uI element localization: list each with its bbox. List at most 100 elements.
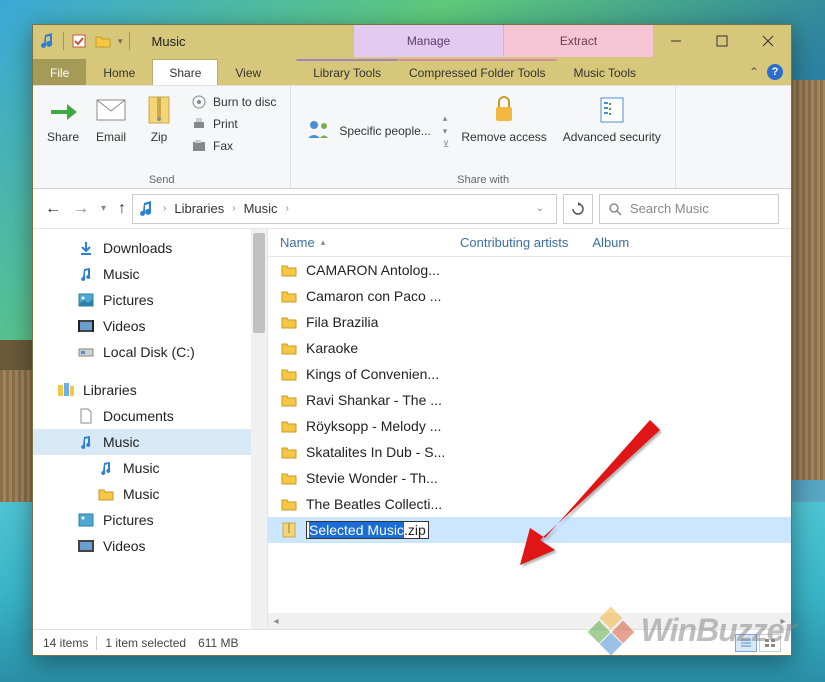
burn-label: Burn to disc (213, 95, 276, 109)
burn-button[interactable]: Burn to disc (187, 92, 280, 112)
remove-access-label: Remove access (461, 130, 546, 144)
share-button[interactable]: Share (39, 90, 87, 172)
nav-lib-music-sub1[interactable]: Music (33, 455, 267, 481)
tab-music-tools[interactable]: Music Tools (557, 59, 653, 85)
tab-home[interactable]: Home (86, 59, 152, 85)
folder-icon (280, 261, 298, 279)
column-headers: Name Contributing artists Album (268, 229, 791, 257)
list-item[interactable]: CAMARON Antolog... (268, 257, 791, 283)
videos-icon (77, 317, 95, 335)
forward-button[interactable]: → (73, 200, 89, 218)
col-name[interactable]: Name (268, 235, 448, 250)
folder-icon (97, 485, 115, 503)
specific-people-button[interactable]: Specific people... (297, 90, 438, 172)
email-button[interactable]: Email (87, 90, 135, 172)
list-item[interactable]: Camaron con Paco ... (268, 283, 791, 309)
minimize-button[interactable] (653, 25, 699, 57)
qat-properties-icon[interactable] (70, 32, 88, 50)
status-selection: 1 item selected (105, 636, 186, 650)
list-item[interactable]: Ravi Shankar - The ... (268, 387, 791, 413)
qat-newfolder-icon[interactable] (94, 32, 112, 50)
close-button[interactable] (745, 25, 791, 57)
nav-libraries[interactable]: Libraries (33, 377, 267, 403)
ribbon: Share Email Zip Burn to disc (33, 85, 791, 189)
folder-icon (280, 417, 298, 435)
group-send-label: Send (39, 172, 284, 186)
music-icon (77, 265, 95, 283)
print-button[interactable]: Print (187, 114, 280, 134)
nav-lib-music[interactable]: Music (33, 429, 267, 455)
list-item[interactable]: Skatalites In Dub - S... (268, 439, 791, 465)
zip-button[interactable]: Zip (135, 90, 183, 172)
nav-videos[interactable]: Videos (33, 313, 267, 339)
nav-lib-pictures[interactable]: Pictures (33, 507, 267, 533)
list-item[interactable]: Fila Brazilia (268, 309, 791, 335)
nav-lib-documents[interactable]: Documents (33, 403, 267, 429)
tab-view[interactable]: View (218, 59, 278, 85)
refresh-button[interactable] (563, 194, 593, 224)
list-item[interactable]: The Beatles Collecti... (268, 491, 791, 517)
folder-icon (280, 469, 298, 487)
scroll-left-icon[interactable]: ◂ (268, 616, 284, 627)
nav-localdisk[interactable]: Local Disk (C:) (33, 339, 267, 365)
nav-pictures[interactable]: Pictures (33, 287, 267, 313)
remove-access-button[interactable]: Remove access (453, 90, 554, 172)
breadcrumb-libraries[interactable]: Libraries (174, 201, 224, 216)
nav-scrollbar[interactable] (251, 229, 267, 629)
context-manage[interactable]: Manage (353, 25, 503, 57)
list-item[interactable]: Röyksopp - Melody ... (268, 413, 791, 439)
qat-dropdown-icon[interactable]: ▾ (118, 36, 123, 47)
folder-icon (280, 391, 298, 409)
gallery-more-icon[interactable]: ⊻ (443, 139, 450, 150)
address-bar-row: ← → ▾ ↑ › Libraries › Music › ⌄ Search M… (33, 189, 791, 229)
titlebar: ▾ Music Manage Extract (33, 25, 791, 57)
tab-share[interactable]: Share (152, 59, 218, 85)
col-album[interactable]: Album (580, 235, 641, 250)
pictures-icon (77, 291, 95, 309)
rename-input[interactable]: Selected Music.zip (306, 521, 429, 539)
advanced-security-label: Advanced security (563, 130, 661, 144)
status-size: 611 MB (198, 636, 238, 650)
breadcrumb-dropdown-icon[interactable]: ⌄ (530, 203, 550, 214)
nav-downloads[interactable]: Downloads (33, 235, 267, 261)
list-item[interactable]: Stevie Wonder - Th... (268, 465, 791, 491)
folder-icon (280, 365, 298, 383)
up-button[interactable]: ↑ (118, 200, 126, 218)
file-list-pane: Name Contributing artists Album CAMARON … (268, 229, 791, 629)
search-input[interactable]: Search Music (599, 194, 779, 224)
status-item-count: 14 items (43, 636, 88, 650)
videos-icon (77, 537, 95, 555)
advanced-security-button[interactable]: Advanced security (555, 90, 669, 172)
nav-lib-music-sub2[interactable]: Music (33, 481, 267, 507)
ribbon-collapse-icon[interactable]: ⌃ (749, 65, 759, 79)
help-icon[interactable]: ? (767, 64, 783, 80)
list-item[interactable]: Kings of Convenien... (268, 361, 791, 387)
col-contributing[interactable]: Contributing artists (448, 235, 580, 250)
search-icon (608, 202, 622, 216)
music-icon (97, 459, 115, 477)
back-button[interactable]: ← (45, 200, 61, 218)
fax-button[interactable]: Fax (187, 136, 280, 156)
gallery-down-icon[interactable]: ▾ (443, 126, 450, 137)
breadcrumb-music[interactable]: Music (244, 201, 278, 216)
tab-compressed-tools[interactable]: Compressed Folder Tools (398, 59, 557, 85)
file-list[interactable]: CAMARON Antolog...Camaron con Paco ...Fi… (268, 257, 791, 613)
context-extract[interactable]: Extract (503, 25, 653, 57)
list-item[interactable]: Karaoke (268, 335, 791, 361)
fax-label: Fax (213, 139, 233, 153)
nav-lib-videos[interactable]: Videos (33, 533, 267, 559)
ribbon-tabs: File Home Share View Library Tools Compr… (33, 57, 791, 85)
libraries-icon (57, 381, 75, 399)
drive-icon (77, 343, 95, 361)
folder-icon (280, 443, 298, 461)
watermark: WinBuzzer (589, 608, 795, 652)
history-dropdown-icon[interactable]: ▾ (101, 203, 106, 214)
breadcrumb-bar[interactable]: › Libraries › Music › ⌄ (132, 194, 557, 224)
tab-library-tools[interactable]: Library Tools (296, 59, 398, 85)
tab-file[interactable]: File (33, 59, 86, 85)
nav-music[interactable]: Music (33, 261, 267, 287)
maximize-button[interactable] (699, 25, 745, 57)
gallery-up-icon[interactable]: ▴ (443, 113, 450, 124)
breadcrumb-root-icon (139, 201, 155, 217)
list-item-renaming[interactable]: Selected Music.zip (268, 517, 791, 543)
